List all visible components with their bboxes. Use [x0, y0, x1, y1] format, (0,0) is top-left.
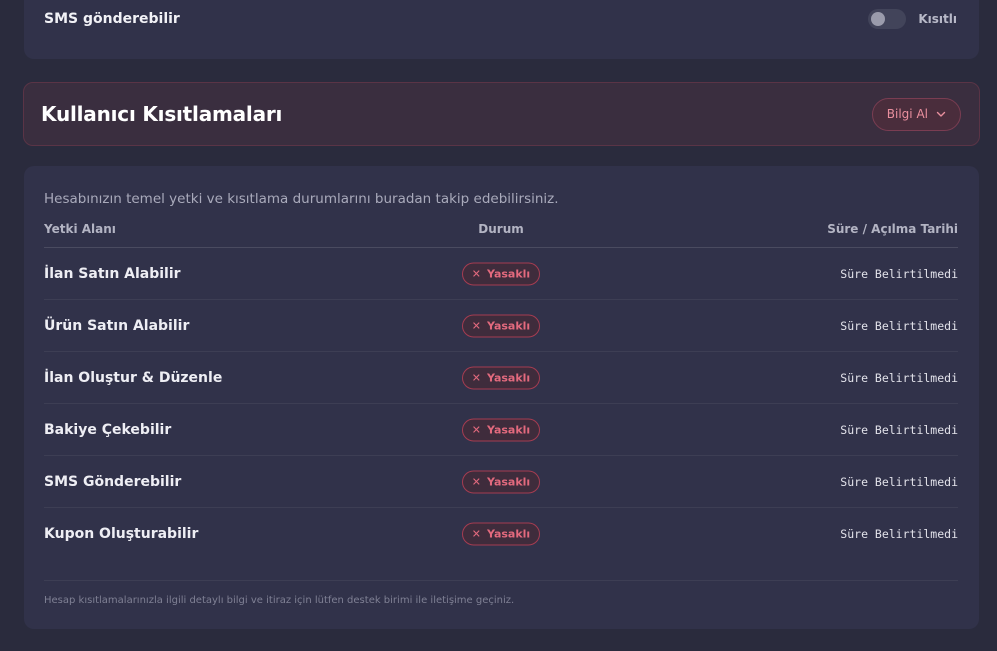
status-text: Yasaklı	[487, 371, 531, 384]
page-title: Kullanıcı Kısıtlamaları	[41, 102, 283, 126]
restrictions-description: Hesabınızın temel yetki ve kısıtlama dur…	[44, 191, 559, 207]
table-row: İlan Satın Alabilir ✕ Yasaklı Süre Belirt…	[44, 248, 958, 300]
sms-setting-card: SMS gönderebilir Kısıtlı	[24, 0, 979, 59]
toggle-status-text: Kısıtlı	[918, 12, 957, 26]
restrictions-table: İlan Satın Alabilir ✕ Yasaklı Süre Belirt…	[44, 248, 958, 560]
table-row: Bakiye Çekebilir ✕ Yasaklı Süre Belirtilm…	[44, 404, 958, 456]
close-icon: ✕	[471, 527, 481, 541]
duration-text: Süre Belirtilmedi	[840, 474, 958, 489]
permission-name: İlan Oluştur & Düzenle	[44, 369, 223, 386]
table-row: Kupon Oluşturabilir ✕ Yasaklı Süre Belirt…	[44, 508, 958, 560]
permission-name: Kupon Oluşturabilir	[44, 526, 199, 542]
status-badge: ✕ Yasaklı	[462, 262, 540, 285]
status-text: Yasaklı	[487, 267, 531, 280]
info-button-label: Bilgi Al	[886, 107, 928, 121]
status-badge: ✕ Yasaklı	[462, 522, 540, 546]
permission-name: İlan Satın Alabilir	[44, 265, 181, 282]
status-text: Yasaklı	[487, 527, 531, 541]
permission-name: Ürün Satın Alabilir	[44, 317, 190, 334]
footer-divider	[44, 580, 958, 581]
column-header-status: Durum	[478, 222, 524, 236]
status-text: Yasaklı	[487, 319, 531, 332]
column-header-date: Süre / Açılma Tarihi	[827, 222, 958, 236]
page: SMS gönderebilir Kısıtlı Kullanıcı Kısıt…	[0, 0, 997, 651]
duration-text: Süre Belirtilmedi	[840, 318, 958, 333]
status-text: Yasaklı	[487, 475, 531, 488]
toggle-knob	[871, 12, 886, 26]
permission-name: Bakiye Çekebilir	[44, 421, 172, 438]
table-row: İlan Oluştur & Düzenle ✕ Yasaklı Süre Bel…	[44, 352, 958, 404]
status-badge: ✕ Yasaklı	[462, 418, 540, 441]
permission-name: SMS Gönderebilir	[44, 473, 182, 490]
status-badge: ✕ Yasaklı	[462, 366, 540, 389]
info-button[interactable]: Bilgi Al	[871, 97, 961, 131]
close-icon: ✕	[471, 475, 481, 488]
table-header: Yetki Alanı Durum Süre / Açılma Tarihi	[44, 222, 958, 248]
duration-text: Süre Belirtilmedi	[840, 422, 958, 437]
column-header-area: Yetki Alanı	[44, 222, 116, 236]
chevron-down-icon	[936, 111, 946, 117]
sms-toggle-group: Kısıtlı	[868, 9, 957, 29]
sms-setting-label: SMS gönderebilir	[44, 11, 180, 27]
sms-setting-row: SMS gönderebilir Kısıtlı	[44, 4, 957, 34]
duration-text: Süre Belirtilmedi	[840, 527, 958, 541]
table-row: SMS Gönderebilir ✕ Yasaklı Süre Belirtilm…	[44, 456, 958, 508]
duration-text: Süre Belirtilmedi	[840, 370, 958, 385]
close-icon: ✕	[471, 319, 481, 332]
close-icon: ✕	[471, 371, 481, 384]
restrictions-card: Hesabınızın temel yetki ve kısıtlama dur…	[24, 166, 979, 629]
close-icon: ✕	[471, 267, 481, 280]
restrictions-header: Kullanıcı Kısıtlamaları Bilgi Al	[23, 82, 980, 146]
status-badge: ✕ Yasaklı	[462, 470, 540, 493]
status-text: Yasaklı	[487, 423, 531, 436]
sms-toggle[interactable]	[868, 9, 907, 29]
footer-note: Hesap kısıtlamalarınızla ilgili detaylı …	[44, 595, 515, 606]
close-icon: ✕	[471, 423, 481, 436]
status-badge: ✕ Yasaklı	[462, 314, 540, 337]
table-row: Ürün Satın Alabilir ✕ Yasaklı Süre Belirt…	[44, 300, 958, 352]
duration-text: Süre Belirtilmedi	[840, 266, 958, 281]
